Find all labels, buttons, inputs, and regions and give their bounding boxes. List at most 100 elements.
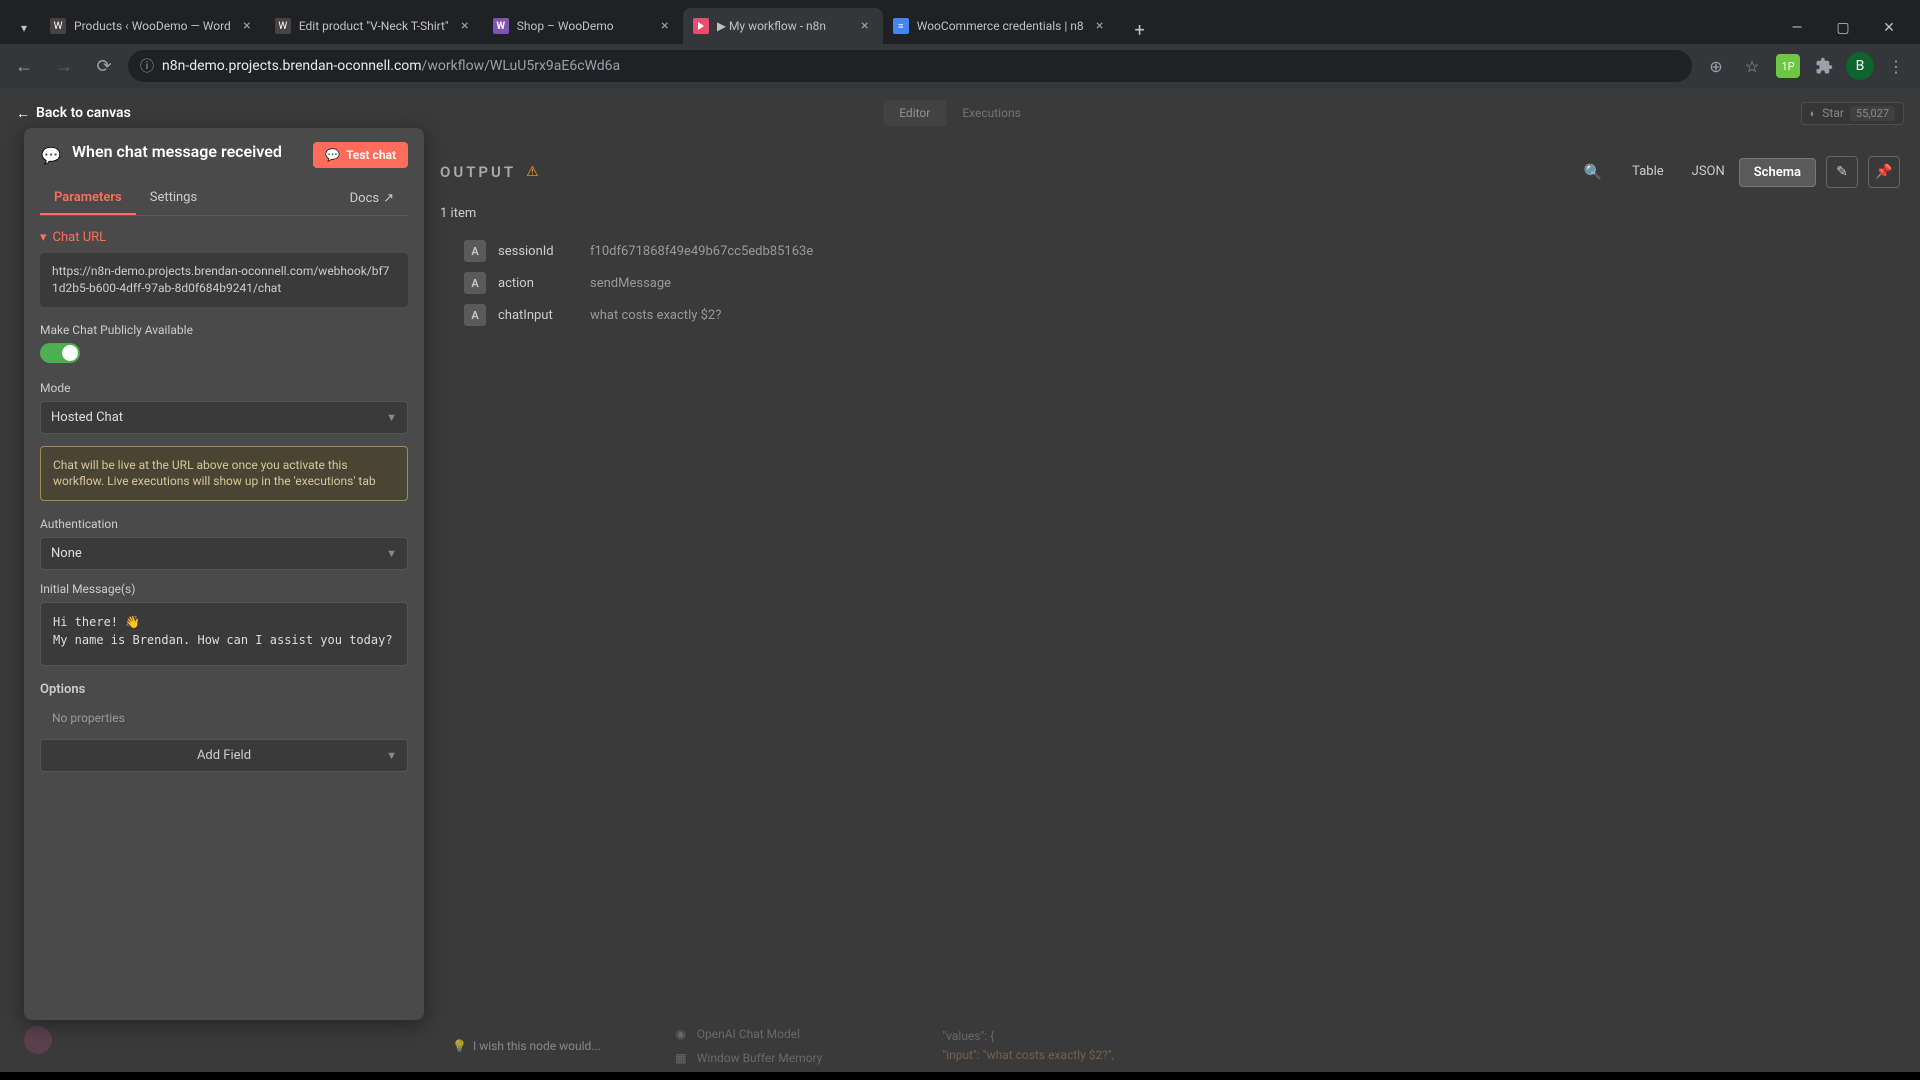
schema-row[interactable]: A chatInput what costs exactly $2? <box>440 299 1900 331</box>
item-count: 1 item <box>440 198 1900 235</box>
test-chat-button[interactable]: 💬 Test chat <box>313 142 408 168</box>
back-label: Back to canvas <box>36 105 131 121</box>
editor-toggle[interactable]: Editor <box>883 100 946 126</box>
new-tab-button[interactable]: + <box>1126 16 1154 44</box>
chevron-down-icon: ▾ <box>40 230 47 245</box>
chat-icon: 💬 <box>40 144 62 166</box>
view-toggle: Editor Executions <box>883 100 1037 126</box>
woo-icon: W <box>493 18 509 34</box>
tab-title: Edit product "V-Neck T-Shirt" <box>299 19 449 33</box>
browser-menu-icon[interactable]: ⋮ <box>1880 50 1912 82</box>
tab-credentials[interactable]: ≡ WooCommerce credentials | n8 × <box>883 8 1118 44</box>
pin-output-button[interactable]: 📌 <box>1868 156 1900 188</box>
n8n-icon <box>693 18 709 34</box>
edit-output-button[interactable]: ✎ <box>1826 156 1858 188</box>
node-title: When chat message received <box>72 142 303 163</box>
doc-icon: ≡ <box>893 18 909 34</box>
tab-title: WooCommerce credentials | n8 <box>917 19 1084 33</box>
schema-value: what costs exactly $2? <box>590 308 721 323</box>
extensions-icon[interactable] <box>1808 50 1840 82</box>
github-icon: ◐ <box>1810 107 1817 120</box>
external-link-icon: ↗ <box>383 191 394 206</box>
forward-button[interactable]: → <box>48 50 80 82</box>
tab-products[interactable]: W Products ‹ WooDemo — Word × <box>40 8 265 44</box>
tab-shop[interactable]: W Shop – WooDemo × <box>483 8 683 44</box>
star-label: Star <box>1822 106 1844 120</box>
node-memory[interactable]: ▦ Window Buffer Memory <box>673 1050 823 1066</box>
parameters-tab[interactable]: Parameters <box>40 182 136 215</box>
warning-icon: ⚠ <box>526 164 539 180</box>
initial-messages-input[interactable]: Hi there! 👋 My name is Brendan. How can … <box>40 602 408 666</box>
type-badge: A <box>464 240 486 262</box>
type-badge: A <box>464 272 486 294</box>
view-table-tab[interactable]: Table <box>1618 158 1677 187</box>
schema-value: sendMessage <box>590 276 671 291</box>
feedback-prompt[interactable]: 💡 I wish this node would... <box>440 1033 613 1059</box>
close-icon[interactable]: × <box>457 18 473 34</box>
translate-icon[interactable]: ⊕ <box>1700 50 1732 82</box>
view-json-tab[interactable]: JSON <box>1678 158 1739 187</box>
reload-button[interactable]: ⟳ <box>88 50 120 82</box>
output-heading: OUTPUT <box>440 163 516 181</box>
mode-select[interactable]: Hosted Chat ▼ <box>40 401 408 434</box>
url-text: n8n-demo.projects.brendan-oconnell.com/w… <box>162 58 1680 74</box>
site-info-icon[interactable]: ⓘ <box>140 56 154 76</box>
os-taskbar <box>0 1072 1920 1080</box>
back-button[interactable]: ← <box>8 50 40 82</box>
chat-url-value[interactable]: https://n8n-demo.projects.brendan-oconne… <box>40 253 408 307</box>
browser-tab-strip: ▾ W Products ‹ WooDemo — Word × W Edit p… <box>0 0 1920 44</box>
tab-title: ▶ My workflow - n8n <box>717 19 849 33</box>
tab-title: Products ‹ WooDemo — Word <box>74 19 231 33</box>
auth-value: None <box>51 546 82 561</box>
close-window-button[interactable]: ✕ <box>1866 12 1912 44</box>
search-icon[interactable]: 🔍 <box>1578 157 1608 187</box>
tab-n8n-workflow[interactable]: ▶ My workflow - n8n × <box>683 8 883 44</box>
authentication-select[interactable]: None ▼ <box>40 537 408 570</box>
executions-toggle[interactable]: Executions <box>946 100 1036 126</box>
node-config-panel: 💬 When chat message received 💬 Test chat… <box>24 128 424 1020</box>
chat-url-section-toggle[interactable]: ▾ Chat URL <box>40 230 408 245</box>
bookmark-icon[interactable]: ☆ <box>1736 50 1768 82</box>
add-field-label: Add Field <box>197 748 251 763</box>
chevron-down-icon: ▼ <box>386 411 397 424</box>
github-star-button[interactable]: ◐ Star 55,027 <box>1801 102 1904 125</box>
extension-1password-icon[interactable]: 1P <box>1772 50 1804 82</box>
node-openai[interactable]: ◉ OpenAI Chat Model <box>673 1026 823 1042</box>
type-badge: A <box>464 304 486 326</box>
maximize-button[interactable]: ▢ <box>1820 12 1866 44</box>
settings-tab[interactable]: Settings <box>136 182 211 215</box>
wordpress-icon: W <box>50 18 66 34</box>
feedback-text: I wish this node would... <box>473 1039 601 1053</box>
node-icon: ▦ <box>673 1050 689 1066</box>
view-schema-tab[interactable]: Schema <box>1739 158 1816 187</box>
tab-title: Shop – WooDemo <box>517 19 649 33</box>
schema-list: A sessionId f10df671868f49e49b67cc5edb85… <box>440 235 1900 331</box>
minimize-button[interactable]: — <box>1774 12 1820 44</box>
add-field-button[interactable]: Add Field ▼ <box>40 739 408 772</box>
schema-row[interactable]: A sessionId f10df671868f49e49b67cc5edb85… <box>440 235 1900 267</box>
close-icon[interactable]: × <box>857 18 873 34</box>
schema-value: f10df671868f49e49b67cc5edb85163e <box>590 244 813 259</box>
options-label: Options <box>40 682 408 697</box>
tab-edit-product[interactable]: W Edit product "V-Neck T-Shirt" × <box>265 8 483 44</box>
chat-bubble-icon: 💬 <box>325 148 340 162</box>
back-to-canvas-link[interactable]: ← Back to canvas <box>16 105 131 122</box>
initial-messages-label: Initial Message(s) <box>40 582 408 596</box>
public-toggle[interactable] <box>40 343 80 363</box>
public-toggle-label: Make Chat Publicly Available <box>40 323 408 337</box>
node-label: Window Buffer Memory <box>697 1051 823 1065</box>
close-icon[interactable]: × <box>239 18 255 34</box>
close-icon[interactable]: × <box>1092 18 1108 34</box>
arrow-left-icon: ← <box>16 105 30 122</box>
chat-url-label: Chat URL <box>53 230 107 245</box>
schema-row[interactable]: A action sendMessage <box>440 267 1900 299</box>
chevron-down-icon: ▼ <box>386 547 397 560</box>
tabs-dropdown[interactable]: ▾ <box>8 12 40 44</box>
close-icon[interactable]: × <box>657 18 673 34</box>
profile-avatar[interactable]: B <box>1844 50 1876 82</box>
lightbulb-icon: 💡 <box>452 1039 467 1053</box>
star-count: 55,027 <box>1850 106 1895 121</box>
mode-label: Mode <box>40 381 408 395</box>
address-bar[interactable]: ⓘ n8n-demo.projects.brendan-oconnell.com… <box>128 50 1692 82</box>
docs-link[interactable]: Docs ↗ <box>336 183 408 214</box>
